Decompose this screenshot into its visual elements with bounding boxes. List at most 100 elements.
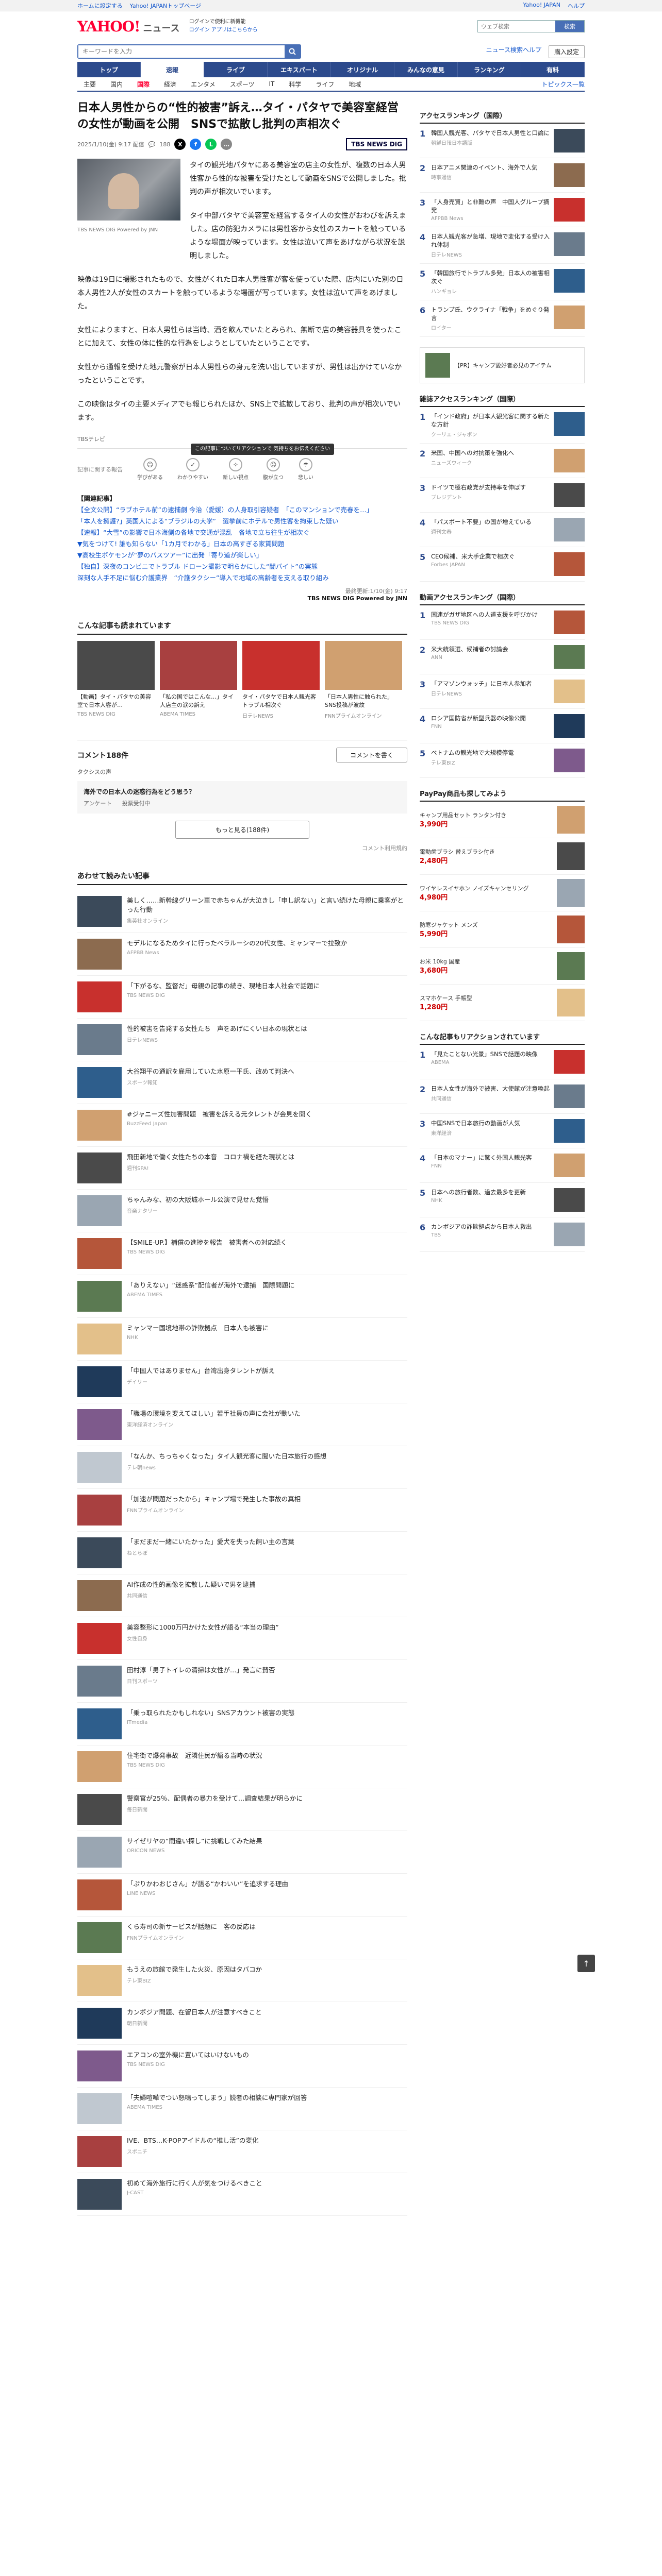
reaction-button[interactable]: ✓ わかりやすい bbox=[177, 458, 208, 481]
ranking-item[interactable]: 5 「韓国旅行でトラブル多発」日本人の被害相次ぐ ハンギョレ bbox=[420, 264, 585, 300]
feed-item-title[interactable]: AI作成の性的画像を拡散した疑いで男を逮捕 bbox=[127, 1580, 407, 1589]
feed-thumbnail[interactable] bbox=[77, 2093, 122, 2124]
ranking-item[interactable]: 2 日本アニメ関連のイベント、海外で人気 時事通信 bbox=[420, 158, 585, 193]
ranking-title[interactable]: ロシア国防省が新型兵器の映像公開 bbox=[431, 714, 550, 722]
ranking-item[interactable]: 4 ロシア国防省が新型兵器の映像公開 FNN bbox=[420, 709, 585, 743]
ranking-title[interactable]: 中国SNSで日本旅行の動画が人気 bbox=[431, 1119, 550, 1127]
comment-icon[interactable]: 💬 bbox=[148, 141, 156, 148]
feed-item[interactable]: #ジャニーズ性加害問題 被害を訴える元タレントが会見を開く BuzzFeed Ja… bbox=[77, 1104, 407, 1147]
feed-thumbnail[interactable] bbox=[77, 1666, 122, 1697]
more-comments-button[interactable]: もっと見る(188件) bbox=[175, 821, 309, 839]
ranking-title[interactable]: 国連がガザ地区への人道支援を呼びかけ bbox=[431, 611, 550, 619]
feed-item[interactable]: エアコンの室外機に置いてはいけないもの TBS NEWS DIG bbox=[77, 2045, 407, 2088]
feed-item[interactable]: ミャンマー国境地帯の詐欺拠点 日本人も被害に NHK bbox=[77, 1318, 407, 1361]
ranking-thumbnail[interactable] bbox=[554, 1084, 585, 1108]
feed-thumbnail[interactable] bbox=[77, 1708, 122, 1739]
feed-item[interactable]: 「ぷりかわおじさん」が語る“かわいい”を追求する理由 LINE NEWS bbox=[77, 1874, 407, 1917]
shop-item-image[interactable] bbox=[557, 916, 585, 943]
ranking-thumbnail[interactable] bbox=[554, 163, 585, 187]
feed-thumbnail[interactable] bbox=[77, 1580, 122, 1611]
ranking-thumbnail[interactable] bbox=[554, 611, 585, 634]
feed-item[interactable]: 警察官が25％、配偶者の暴力を受けて…調査結果が明らかに 毎日新聞 bbox=[77, 1788, 407, 1831]
ranking-thumbnail[interactable] bbox=[554, 232, 585, 256]
ranking-item[interactable]: 1 国連がガザ地区への人道支援を呼びかけ TBS NEWS DIG bbox=[420, 605, 585, 640]
util-link-yahoo[interactable]: Yahoo! JAPAN bbox=[523, 2, 560, 10]
reaction-report-link[interactable]: 記事に関する報告 bbox=[77, 465, 123, 473]
ranking-item[interactable]: 2 米国、中国への対抗策を強化へ ニューズウィーク bbox=[420, 444, 585, 478]
feed-item-title[interactable]: #ジャニーズ性加害問題 被害を訴える元タレントが会見を開く bbox=[127, 1110, 407, 1119]
feed-thumbnail[interactable] bbox=[77, 1495, 122, 1526]
feed-item-title[interactable]: 美容整形に1000万円かけた女性が語る“本当の理由” bbox=[127, 1623, 407, 1632]
card-thumbnail[interactable] bbox=[77, 641, 155, 690]
ranking-thumbnail[interactable] bbox=[554, 1050, 585, 1074]
feed-thumbnail[interactable] bbox=[77, 1195, 122, 1226]
feed-item[interactable]: 飛田新地で働く女性たちの本音 コロナ禍を経た現状とは 週刊SPA! bbox=[77, 1147, 407, 1190]
feed-item[interactable]: 「なんか、ちっちゃくなった」タイ人観光客に聞いた日本旅行の感想 テレ朝news bbox=[77, 1446, 407, 1489]
ranking-item[interactable]: 3 「人身売買」と非難の声 中国人グループ摘発 AFPBB News bbox=[420, 193, 585, 227]
feed-thumbnail[interactable] bbox=[77, 2008, 122, 2039]
util-link-help[interactable]: ヘルプ bbox=[568, 2, 585, 10]
feed-thumbnail[interactable] bbox=[77, 1153, 122, 1183]
nav-tab[interactable]: 有料 bbox=[521, 62, 585, 77]
ranking-thumbnail[interactable] bbox=[554, 412, 585, 436]
feed-thumbnail[interactable] bbox=[77, 1324, 122, 1354]
feed-thumbnail[interactable] bbox=[77, 1110, 122, 1141]
ranking-item[interactable]: 2 日本人女性が海外で被害、大使館が注意喚起 共同通信 bbox=[420, 1079, 585, 1114]
feed-thumbnail[interactable] bbox=[77, 1238, 122, 1269]
ranking-thumbnail[interactable] bbox=[554, 552, 585, 576]
util-link-top[interactable]: Yahoo! JAPANトップページ bbox=[130, 2, 201, 10]
shop-item-image[interactable] bbox=[557, 989, 585, 1016]
feed-item-title[interactable]: ちゃんみな、初の大阪城ホール公演で見せた覚悟 bbox=[127, 1195, 407, 1205]
category-tab[interactable]: 経済 bbox=[158, 80, 183, 89]
ranking-item[interactable]: 6 カンボジアの詐欺拠点から日本人救出 TBS bbox=[420, 1217, 585, 1252]
nav-tab[interactable]: ライブ bbox=[204, 62, 268, 77]
ranking-item[interactable]: 4 「パスポート不要」の国が増えている 週刊文春 bbox=[420, 513, 585, 547]
related-link[interactable]: ▼気をつけて! 誰も知らない「1カ月でわかる」日本の高すぎる家賃問題 bbox=[77, 538, 407, 550]
ranking-title[interactable]: カンボジアの詐欺拠点から日本人救出 bbox=[431, 1223, 550, 1231]
related-link[interactable]: 深刻な人手不足に悩む介護業界 “介護タクシー”導入で地域の高齢者を支える取り組み bbox=[77, 572, 407, 584]
feed-item[interactable]: 「まだまだ一緒にいたかった」愛犬を失った飼い主の言葉 ねとらぼ bbox=[77, 1532, 407, 1574]
feed-item-title[interactable]: 「夫婦喧嘩でつい怒鳴ってしまう」読者の相談に専門家が回答 bbox=[127, 2093, 407, 2103]
feed-item[interactable]: ちゃんみな、初の大阪城ホール公演で見せた覚悟 音楽ナタリー bbox=[77, 1190, 407, 1232]
feed-item-title[interactable]: IVE、BTS…K-POPアイドルの“推し活”の変化 bbox=[127, 2136, 407, 2145]
yahoo-logo[interactable]: YAHOO! ニュース bbox=[77, 18, 180, 35]
ranking-title[interactable]: 「見たことない光景」SNSで話題の映像 bbox=[431, 1050, 550, 1058]
related-link[interactable]: 【全文公開】“ラブホテル前”の逮捕劇 今治（愛媛）の人身取引容疑者 「このマンシ… bbox=[77, 504, 407, 516]
header-search-button[interactable]: 検索 bbox=[555, 21, 584, 32]
feed-thumbnail[interactable] bbox=[77, 1623, 122, 1654]
comment-policy-link[interactable]: コメント利用規約 bbox=[77, 844, 407, 852]
ranking-title[interactable]: 日本人観光客が急増、現地で変化する受け入れ体制 bbox=[431, 232, 550, 249]
ad-image[interactable] bbox=[425, 353, 450, 378]
ranking-item[interactable]: 5 CEO候補、米大手企業で相次ぐ Forbes JAPAN bbox=[420, 547, 585, 582]
shop-item-title[interactable]: ワイヤレスイヤホン ノイズキャンセリング bbox=[420, 885, 552, 892]
feed-thumbnail[interactable] bbox=[77, 1794, 122, 1825]
feed-item-title[interactable]: 「乗っ取られたかもしれない」SNSアカウント被害の実態 bbox=[127, 1708, 407, 1718]
shop-item[interactable]: 防寒ジャケット メンズ 5,990円 bbox=[420, 911, 585, 948]
ranking-thumbnail[interactable] bbox=[554, 449, 585, 472]
header-search-input[interactable] bbox=[478, 21, 555, 32]
ranking-thumbnail[interactable] bbox=[554, 1119, 585, 1143]
shop-item[interactable]: キャンプ用品セット ランタン付き 3,990円 bbox=[420, 802, 585, 838]
feed-item-title[interactable]: サイゼリヤの“間違い探し”に挑戦してみた結果 bbox=[127, 1837, 407, 1846]
ranking-title[interactable]: 「パスポート不要」の国が増えている bbox=[431, 518, 550, 526]
feed-thumbnail[interactable] bbox=[77, 1537, 122, 1568]
shop-item[interactable]: 電動歯ブラシ 替えブラシ付き 2,480円 bbox=[420, 838, 585, 875]
feed-item[interactable]: 「加速が問題だったから」キャンプ場で発生した事故の真相 FNNプライムオンライン bbox=[77, 1489, 407, 1532]
shop-item-image[interactable] bbox=[557, 952, 585, 980]
ranking-title[interactable]: 「人身売買」と非難の声 中国人グループ摘発 bbox=[431, 198, 550, 214]
shop-item-title[interactable]: 防寒ジャケット メンズ bbox=[420, 921, 552, 929]
ranking-item[interactable]: 1 「インド政府」が日本人観光客に関する新たな方針 クーリエ・ジャポン bbox=[420, 407, 585, 444]
feed-thumbnail[interactable] bbox=[77, 2136, 122, 2167]
ranking-item[interactable]: 3 中国SNSで日本旅行の動画が人気 東洋経済 bbox=[420, 1114, 585, 1148]
feed-item-title[interactable]: エアコンの室外機に置いてはいけないもの bbox=[127, 2050, 407, 2060]
purchase-settings-button[interactable]: 購入設定 bbox=[548, 45, 585, 58]
category-tab[interactable]: 地域 bbox=[342, 80, 367, 89]
feed-item-title[interactable]: ミャンマー国境地帯の詐欺拠点 日本人も被害に bbox=[127, 1324, 407, 1333]
feed-item[interactable]: 「ありえない」“迷惑系”配信者が海外で逮捕 国際問題に ABEMA TIMES bbox=[77, 1275, 407, 1318]
article-image[interactable] bbox=[77, 159, 180, 221]
ranking-title[interactable]: 日本人女性が海外で被害、大使館が注意喚起 bbox=[431, 1084, 550, 1093]
ranking-thumbnail[interactable] bbox=[554, 1154, 585, 1177]
nav-tab[interactable]: エキスパート bbox=[268, 62, 331, 77]
write-comment-button[interactable]: コメントを書く bbox=[336, 748, 407, 762]
feed-item[interactable]: くら寿司の新サービスが話題に 客の反応は FNNプライムオンライン bbox=[77, 1917, 407, 1959]
